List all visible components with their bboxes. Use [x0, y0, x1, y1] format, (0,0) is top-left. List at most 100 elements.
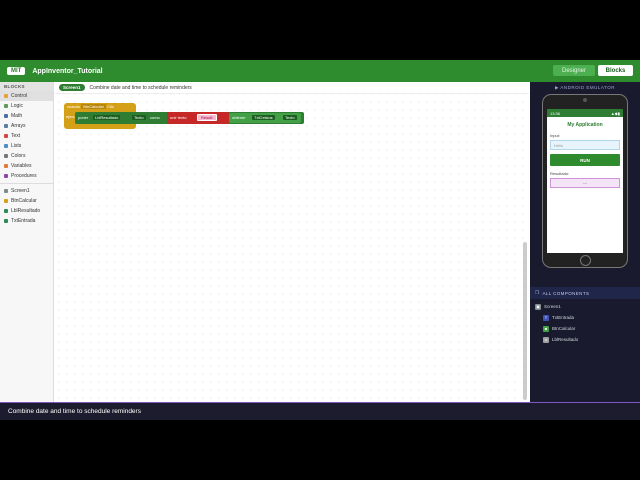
arrays-swatch-icon [4, 124, 8, 128]
components-header: ❐ ALL COMPONENTS [530, 287, 640, 299]
workspace-scrollbar[interactable] [523, 242, 527, 400]
component-label: Screen1 [11, 188, 30, 194]
button-icon: ■ [543, 325, 549, 332]
category-label: Lists [11, 143, 22, 149]
component-tree-label: LblResultado [552, 337, 579, 342]
textbox-swatch-icon [4, 219, 8, 223]
component-tree-label: Screen1 [544, 304, 561, 309]
designer-button[interactable]: Designer [553, 65, 595, 76]
join-text-string[interactable]: Result: [197, 114, 218, 121]
right-panel: ▶ ANDROID EMULATOR 13:36 ▲◆▮ My Applicat… [530, 82, 640, 402]
app-inventor-window: MIT AppInventor_Tutorial Designer Blocks… [0, 60, 640, 420]
textbox-icon: T [543, 314, 549, 321]
category-lists[interactable]: Lists [0, 141, 53, 151]
label-icon: A [543, 336, 549, 343]
component-tree-label: TxtEntrada [552, 315, 575, 320]
button-swatch-icon [4, 199, 8, 203]
component-tree-lblresultado[interactable]: A LblResultado [543, 335, 578, 344]
app-title: My Application [567, 122, 603, 128]
task-description: Combine date and time to schedule remind… [89, 84, 192, 91]
result-output: --- [550, 178, 620, 188]
component-btncalcular[interactable]: BtnCalcular [0, 196, 53, 206]
components-folder-icon: ❐ [535, 290, 540, 295]
get-property-dropdown[interactable]: Texto [283, 115, 297, 120]
category-label: Variables [11, 163, 32, 169]
category-text[interactable]: Text [0, 131, 53, 141]
workspace-topbar: Screen1 Combine date and time to schedul… [55, 82, 529, 94]
component-txtentrada[interactable]: TxtEntrada [0, 216, 53, 226]
procedures-swatch-icon [4, 174, 8, 178]
category-logic[interactable]: Logic [0, 101, 53, 111]
result-label: Resultado: [550, 171, 570, 176]
join-text-block[interactable]: unir texto Result: [167, 112, 229, 124]
letterbox-top [0, 0, 640, 60]
home-button[interactable] [580, 255, 591, 266]
category-variables[interactable]: Variables [0, 161, 53, 171]
emulator-title: ▶ ANDROID EMULATOR [554, 85, 616, 90]
category-procedures[interactable]: Procedures [0, 171, 53, 181]
screen-icon: ▣ [535, 303, 541, 310]
input-label: Input: [550, 133, 561, 138]
caption-bar: Combine date and time to schedule remind… [0, 402, 640, 420]
sidebar-divider [0, 183, 53, 184]
blocks-sidebar: BLOCKS Control Logic Math Arrays Text Li… [0, 82, 54, 402]
set-keyword: poner [78, 115, 89, 120]
components-heading: ALL COMPONENTS [542, 290, 590, 296]
get-component-dropdown[interactable]: TxtCelsius [252, 115, 275, 120]
category-math[interactable]: Math [0, 111, 53, 121]
category-label: Procedures [11, 173, 37, 179]
category-label: Control [11, 93, 28, 99]
status-bar: 13:36 ▲◆▮ [547, 109, 623, 117]
join-keyword: unir texto [170, 115, 187, 120]
camera-icon [583, 98, 587, 102]
text-swatch-icon [4, 134, 8, 138]
input-field[interactable]: Hello [550, 140, 620, 150]
screen-selector[interactable]: Screen1 [59, 84, 85, 91]
phone-screen: 13:36 ▲◆▮ My Application Input: Hello RU… [547, 109, 623, 253]
component-lblresultado[interactable]: LblResultado [0, 206, 53, 216]
component-label: LblResultado [11, 208, 41, 214]
get-property-block[interactable]: obtener TxtCelsius Texto [229, 113, 301, 123]
get-keyword: obtener [232, 115, 246, 120]
event-block-header: cuando BtnCalcular Clic [67, 104, 114, 109]
caption-text: Combine date and time to schedule remind… [8, 408, 141, 415]
control-swatch-icon [4, 94, 8, 98]
component-tree-label: BtnCalcular [552, 326, 576, 331]
sidebar-heading: BLOCKS [0, 82, 53, 91]
set-component-dropdown[interactable]: LblResultado [93, 115, 121, 120]
blocks-workspace[interactable]: Screen1 Combine date and time to schedul… [55, 82, 529, 402]
component-tree-btncalcular[interactable]: ■ BtnCalcular [543, 324, 575, 333]
colors-swatch-icon [4, 154, 8, 158]
top-header: MIT AppInventor_Tutorial Designer Blocks [0, 60, 640, 82]
status-icons: ▲◆▮ [610, 110, 620, 116]
phone-frame: 13:36 ▲◆▮ My Application Input: Hello RU… [542, 94, 628, 268]
blocks-button[interactable]: Blocks [598, 65, 633, 76]
category-control[interactable]: Control [0, 91, 53, 101]
category-label: Colors [11, 153, 26, 159]
component-tree-txtentrada[interactable]: T TxtEntrada [543, 313, 574, 322]
category-label: Math [11, 113, 23, 119]
set-property-dropdown[interactable]: Texto [132, 115, 146, 120]
status-time: 13:36 [550, 110, 561, 116]
logic-swatch-icon [4, 104, 8, 108]
lists-swatch-icon [4, 144, 8, 148]
component-tree-screen1[interactable]: ▣ Screen1 [535, 302, 561, 311]
category-label: Text [11, 133, 21, 139]
category-label: Arrays [11, 123, 26, 129]
component-screen1[interactable]: Screen1 [0, 186, 53, 196]
mit-logo: MIT [7, 67, 26, 75]
math-swatch-icon [4, 114, 8, 118]
category-label: Logic [11, 103, 23, 109]
variables-swatch-icon [4, 164, 8, 168]
event-name: Clic [107, 104, 114, 109]
label-swatch-icon [4, 209, 8, 213]
screen-swatch-icon [4, 189, 8, 193]
category-arrays[interactable]: Arrays [0, 121, 53, 131]
letterbox-bottom [0, 420, 640, 480]
run-button[interactable]: RUN [550, 154, 620, 166]
set-to-keyword: como [150, 115, 160, 120]
event-component-dropdown[interactable]: BtnCalcular [81, 104, 106, 109]
component-label: TxtEntrada [11, 218, 36, 224]
category-colors[interactable]: Colors [0, 151, 53, 161]
event-when-text: cuando [67, 104, 81, 109]
